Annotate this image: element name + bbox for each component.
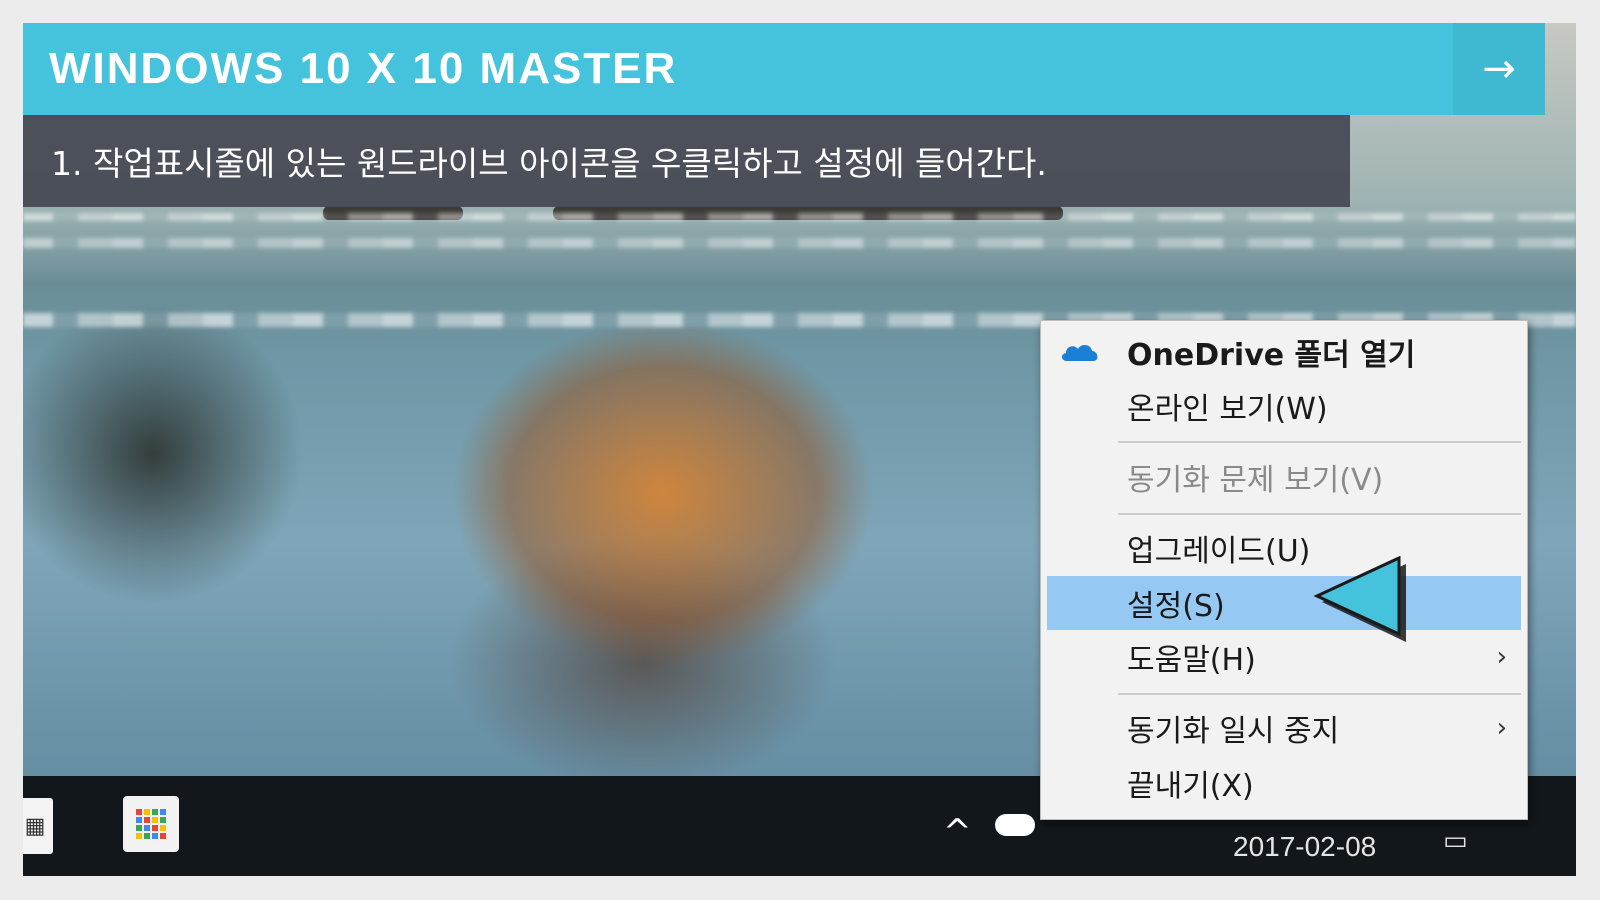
menu-item-label: 설정(S)	[1127, 589, 1225, 624]
menu-item-label: 동기화 문제 보기(V)	[1127, 463, 1384, 498]
instruction-banner: 1. 작업표시줄에 있는 원드라이브 아이콘을 우클릭하고 설정에 들어간다.	[23, 115, 1350, 207]
wallpaper-surf	[23, 238, 1576, 248]
pointer-arrow-icon	[1313, 556, 1406, 642]
notification-icon[interactable]: ▭	[1443, 826, 1468, 856]
store-icon[interactable]: ▦	[23, 798, 53, 854]
next-button[interactable]: →	[1453, 23, 1545, 115]
instruction-text: 1. 작업표시줄에 있는 원드라이브 아이콘을 우클릭하고 설정에 들어간다.	[51, 144, 1047, 183]
chevron-right-icon: ›	[1496, 642, 1507, 672]
menu-item-open-onedrive-folder[interactable]: OneDrive 폴더 열기	[1047, 325, 1521, 379]
menu-item-exit[interactable]: 끝내기(X)	[1047, 756, 1521, 810]
menu-item-help[interactable]: 도움말(H) ›	[1047, 630, 1521, 684]
onedrive-tray-icon[interactable]	[995, 814, 1035, 836]
menu-divider	[1118, 693, 1521, 695]
menu-item-upgrade[interactable]: 업그레이드(U)	[1047, 521, 1521, 575]
onedrive-context-menu: OneDrive 폴더 열기 온라인 보기(W) 동기화 문제 보기(V) 업그…	[1040, 320, 1528, 820]
menu-item-view-online[interactable]: 온라인 보기(W)	[1047, 379, 1521, 433]
tray-expand-chevron-icon[interactable]: ^	[943, 812, 972, 852]
apps-grid-icon[interactable]	[123, 796, 179, 852]
menu-item-label: OneDrive 폴더 열기	[1127, 338, 1416, 373]
taskbar-date[interactable]: 2017-02-08	[1233, 831, 1376, 863]
menu-item-view-sync-problems: 동기화 문제 보기(V)	[1047, 450, 1521, 504]
menu-divider	[1118, 513, 1521, 515]
menu-divider	[1118, 441, 1521, 443]
page-title: WINDOWS 10 X 10 MASTER	[49, 44, 678, 93]
menu-item-label: 온라인 보기(W)	[1127, 392, 1328, 427]
onedrive-cloud-icon	[1061, 345, 1098, 361]
menu-item-label: 동기화 일시 중지	[1127, 714, 1340, 749]
tutorial-frame: WINDOWS 10 X 10 MASTER → 1. 작업표시줄에 있는 원드…	[23, 23, 1576, 876]
menu-item-label: 업그레이드(U)	[1127, 534, 1311, 569]
menu-item-settings[interactable]: 설정(S)	[1047, 576, 1521, 630]
chevron-right-icon: ›	[1496, 713, 1507, 743]
menu-item-label: 도움말(H)	[1127, 643, 1256, 678]
menu-item-pause-sync[interactable]: 동기화 일시 중지 ›	[1047, 701, 1521, 755]
menu-item-label: 끝내기(X)	[1127, 769, 1254, 804]
title-banner: WINDOWS 10 X 10 MASTER	[23, 23, 1453, 115]
wallpaper-surf	[23, 213, 1576, 221]
